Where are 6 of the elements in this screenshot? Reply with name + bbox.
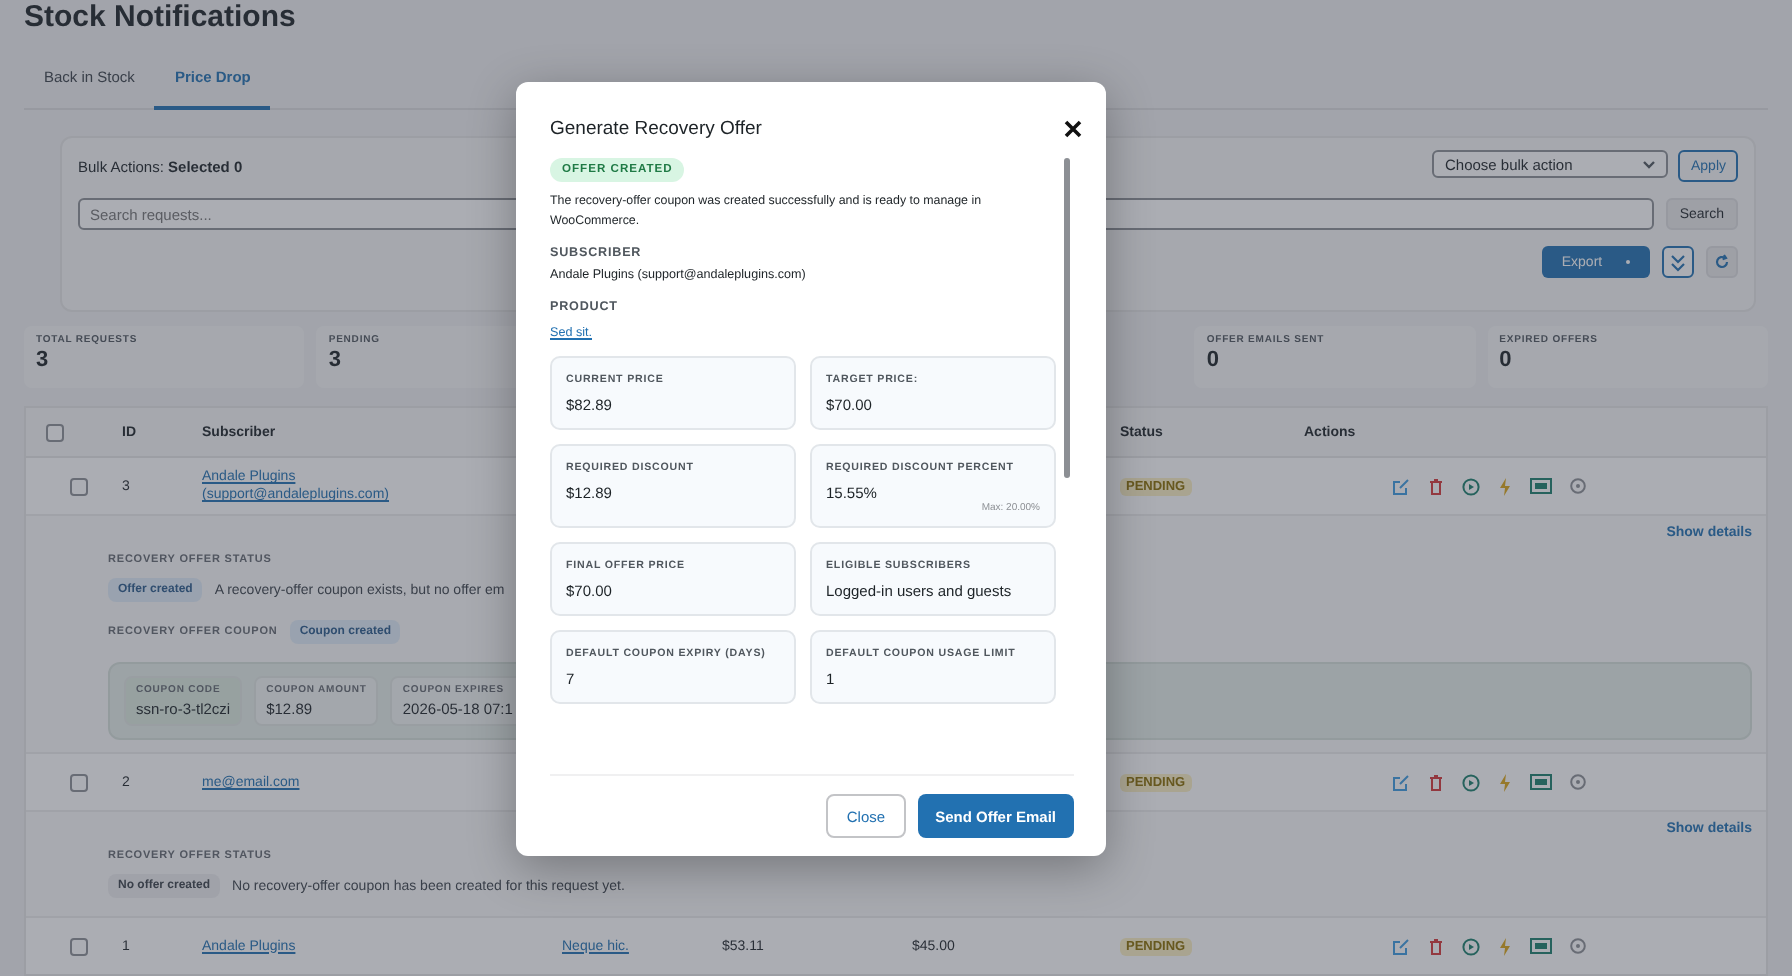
stat-value: 3 <box>36 348 49 372</box>
dialog-title: Generate Recovery Offer <box>550 118 762 140</box>
stat-value: 3 <box>328 348 341 372</box>
stat-value: 0 <box>1499 348 1512 372</box>
stat-value: 0 <box>1206 348 1219 372</box>
page-title: Stock Notifications <box>24 0 298 38</box>
